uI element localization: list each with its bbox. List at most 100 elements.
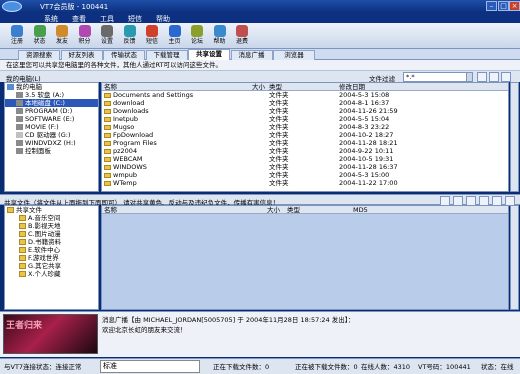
- chevron-down-icon[interactable]: [466, 72, 473, 82]
- ime-bar[interactable]: 标准: [100, 360, 200, 373]
- share-tree-item[interactable]: X.个人珍藏: [5, 270, 98, 278]
- tab-4[interactable]: 共享设置: [188, 49, 230, 60]
- folder-icon: [104, 164, 111, 170]
- share-tree-item[interactable]: D.书籍资料: [5, 238, 98, 246]
- share-tree-item[interactable]: B.影视天地: [5, 222, 98, 230]
- message-area: 王者归来 消息广播【由 MICHAEL_JORDAN[5005705] 于 20…: [0, 311, 520, 357]
- file-row[interactable]: Documents and Settings 文件夹 2004-5-3 15:08: [102, 91, 508, 99]
- file-row[interactable]: Downloads 文件夹 2004-11-26 21:59: [102, 107, 508, 115]
- share-col-type[interactable]: 类型: [287, 206, 300, 214]
- file-row[interactable]: WEBCAM 文件夹 2004-10-5 19:31: [102, 155, 508, 163]
- share-col-md5[interactable]: MD5: [353, 206, 368, 214]
- tree-item-label: WINDVDXZ (H:): [25, 139, 76, 147]
- tree-item[interactable]: 我的电脑: [5, 83, 98, 91]
- drive-icon: [16, 108, 23, 114]
- tree-item[interactable]: MOVIE (F:): [5, 123, 98, 131]
- col-name[interactable]: 名称: [104, 83, 117, 91]
- file-row[interactable]: wmpub 文件夹 2004-5-3 15:00: [102, 171, 508, 179]
- tab-3[interactable]: 下载管理: [145, 50, 188, 60]
- file-type: 文件夹: [269, 115, 289, 123]
- drive-icon: [16, 140, 23, 146]
- toolbar-button-0[interactable]: 注册: [6, 24, 28, 48]
- file-row[interactable]: Inetpub 文件夹 2004-5-5 15:04: [102, 115, 508, 123]
- tab-0[interactable]: 资源搜索: [18, 50, 60, 60]
- col-date[interactable]: 修改日期: [339, 83, 365, 91]
- toolbar-button-8[interactable]: 论坛: [186, 24, 208, 48]
- share-tree-item[interactable]: E.软件中心: [5, 246, 98, 254]
- file-name: Mugso: [104, 123, 134, 131]
- share-tree-item[interactable]: G.其它共享: [5, 262, 98, 270]
- file-type: 文件夹: [269, 139, 289, 147]
- toolbar-button-6[interactable]: 短信: [141, 24, 163, 48]
- tab-2[interactable]: 传输状态: [103, 50, 145, 60]
- toolbar-button-9[interactable]: 帮助: [209, 24, 231, 48]
- file-name: Inetpub: [104, 115, 138, 123]
- file-name-text: pz2004: [113, 147, 138, 155]
- tree-item[interactable]: CD 驱动器 (G:): [5, 131, 98, 139]
- file-date: 2004-11-28 16:37: [339, 163, 398, 171]
- folder-icon: [19, 231, 26, 237]
- share-file-list[interactable]: 名称 大小 类型 MD5: [101, 205, 509, 310]
- share-tree-item[interactable]: A.音乐空间: [5, 214, 98, 222]
- share-col-name[interactable]: 名称: [104, 206, 117, 214]
- file-date: 2004-9-22 10:11: [339, 147, 394, 155]
- file-list-scrollbar[interactable]: [510, 82, 519, 192]
- close-button[interactable]: ×: [509, 1, 520, 11]
- status-bar: 与VT7连接状态：连接正常 标准 正在下载文件数：0 正在被下载文件数：0 在线…: [0, 358, 520, 374]
- tree-item[interactable]: WINDVDXZ (H:): [5, 139, 98, 147]
- tree-item[interactable]: 本地磁盘 (C:): [5, 99, 98, 107]
- file-row[interactable]: Program Files 文件夹 2004-11-28 18:21: [102, 139, 508, 147]
- file-list[interactable]: 名称 大小 类型 修改日期 Documents and Settings 文件夹 2…: [101, 82, 509, 192]
- tab-1[interactable]: 好友列表: [60, 50, 103, 60]
- share-list-scrollbar[interactable]: [510, 205, 519, 310]
- col-type[interactable]: 类型: [269, 83, 282, 91]
- file-row[interactable]: WINDOWS 文件夹 2004-11-28 16:37: [102, 163, 508, 171]
- file-row[interactable]: download 文件夹 2004-8-1 16:37: [102, 99, 508, 107]
- drive-icon: [7, 84, 14, 90]
- file-name: pz2004: [104, 147, 137, 155]
- folder-tree[interactable]: 我的电脑 3.5 软盘 (A:) 本地磁盘 (C:) PROGRAM (D:) SOFT…: [4, 82, 99, 192]
- toolbar-button-4[interactable]: 设置: [96, 24, 118, 48]
- view-mode-icon[interactable]: [501, 72, 511, 82]
- file-row[interactable]: WTemp 文件夹 2004-11-22 17:00: [102, 179, 508, 187]
- share-folder-tree[interactable]: 共享文件 A.音乐空间 B.影视天地 C.图片动漫 D.书籍资料 E.软件中心 F.游戏世界…: [4, 205, 99, 310]
- tab-5[interactable]: 消息广播: [230, 50, 273, 60]
- toolbar-button-10[interactable]: 退费: [231, 24, 253, 48]
- tree-item-label: 3.5 软盘 (A:): [25, 91, 65, 99]
- filter-input[interactable]: *.*: [403, 72, 473, 82]
- share-tree-item[interactable]: 共享文件: [5, 206, 98, 214]
- refresh-icon[interactable]: [489, 72, 499, 82]
- tree-item[interactable]: 控制面板: [5, 147, 98, 155]
- toolbar-button-7[interactable]: 主页: [164, 24, 186, 48]
- toolbar-icon-9: [213, 25, 226, 37]
- file-row[interactable]: pz2004 文件夹 2004-9-22 10:11: [102, 147, 508, 155]
- tree-item-label: MOVIE (F:): [25, 123, 59, 131]
- toolbar-button-2[interactable]: 发友: [51, 24, 73, 48]
- share-tree-item[interactable]: F.游戏世界: [5, 254, 98, 262]
- tree-item-label: CD 驱动器 (G:): [25, 131, 71, 139]
- share-tree-item[interactable]: C.图片动漫: [5, 230, 98, 238]
- file-row[interactable]: FpDownload 文件夹 2004-10-2 18:27: [102, 131, 508, 139]
- advert-banner[interactable]: 王者归来: [3, 314, 98, 354]
- file-name: download: [104, 99, 144, 107]
- toolbar-button-5[interactable]: 反馈: [119, 24, 141, 48]
- toolbar-label: 发友: [55, 38, 68, 45]
- minimize-button[interactable]: –: [486, 1, 497, 11]
- maximize-button[interactable]: □: [498, 1, 509, 11]
- toolbar-label: 状态: [33, 38, 46, 45]
- up-folder-icon[interactable]: [477, 72, 487, 82]
- tab-6[interactable]: 浏览器: [273, 50, 315, 60]
- nav-tabs: 资源搜索 好友列表 传输状态 下载管理 共享设置 消息广播 浏览器: [0, 49, 520, 60]
- toolbar-button-1[interactable]: 状态: [29, 24, 51, 48]
- tree-item[interactable]: 3.5 软盘 (A:): [5, 91, 98, 99]
- col-size[interactable]: 大小: [252, 83, 265, 91]
- folder-icon: [7, 207, 14, 213]
- tree-item[interactable]: PROGRAM (D:): [5, 107, 98, 115]
- tree-item[interactable]: SOFTWARE (E:): [5, 115, 98, 123]
- file-type: 文件夹: [269, 179, 289, 187]
- toolbar-button-3[interactable]: 积分: [74, 24, 96, 48]
- status-vt: VT号码：100441: [418, 363, 471, 371]
- folder-icon: [104, 172, 111, 178]
- file-row[interactable]: Mugso 文件夹 2004-8-3 23:22: [102, 123, 508, 131]
- share-col-size[interactable]: 大小: [267, 206, 280, 214]
